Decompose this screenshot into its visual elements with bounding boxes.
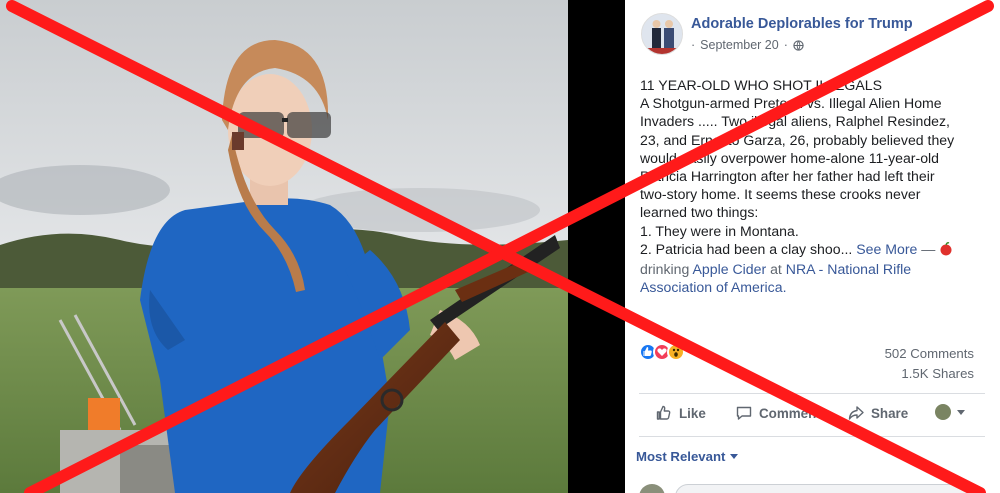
share-button[interactable]: Share — [847, 404, 908, 422]
activity-line: drinking Apple Cider at NRA - National R… — [640, 260, 985, 278]
truncated-text: 2. Patricia had been a clay shoo... — [640, 240, 853, 257]
comment-composer — [639, 484, 985, 493]
location-link[interactable]: NRA - National Rifle — [786, 261, 911, 277]
meta-separator: · — [691, 38, 696, 52]
post-date[interactable]: September 20 — [700, 38, 779, 52]
post-line: 1. They were in Montana. — [640, 222, 799, 239]
react-as-selector[interactable] — [935, 404, 965, 420]
page-avatar[interactable] — [641, 13, 683, 55]
comments-sort-dropdown[interactable]: Most Relevant — [636, 449, 739, 464]
post-meta: · September 20 · — [691, 38, 804, 52]
post-text: 11 YEAR-OLD WHO SHOT ILLEGALS A Shotgun-… — [640, 76, 985, 296]
comment-button[interactable]: Comment — [735, 404, 821, 422]
post-line: 11 YEAR-OLD WHO SHOT ILLEGALS — [640, 77, 883, 93]
like-button[interactable]: Like — [655, 404, 706, 422]
speech-bubble-icon — [735, 404, 753, 422]
like-label: Like — [679, 405, 706, 421]
comment-label: Comment — [759, 405, 821, 421]
post-line: learned two things: — [640, 204, 759, 221]
apple-icon — [939, 241, 953, 260]
thumbs-up-icon — [655, 404, 673, 422]
dash: — — [921, 240, 936, 257]
share-label: Share — [871, 405, 909, 421]
at-word: at — [770, 261, 782, 278]
reactions-summary[interactable] — [639, 341, 685, 363]
globe-icon — [793, 39, 804, 51]
wow-reaction-icon — [667, 343, 685, 361]
post-panel: Adorable Deplorables for Trump · Septemb… — [625, 0, 1000, 493]
page-name-link[interactable]: Adorable Deplorables for Trump — [691, 16, 913, 32]
divider — [639, 436, 985, 437]
post-line: A Shotgun-armed Preteen vs. Illegal Alie… — [640, 95, 942, 112]
sort-label: Most Relevant — [636, 449, 726, 464]
meta-separator-2: · — [783, 38, 788, 52]
post-line-last: 2. Patricia had been a clay shoo... See … — [640, 240, 985, 260]
chevron-down-icon — [730, 454, 739, 459]
post-photo[interactable] — [0, 0, 568, 493]
post-line: would easily overpower home-alone 11-yea… — [640, 149, 939, 166]
activity-line-2: Association of America. — [640, 278, 985, 296]
see-more-link[interactable]: See More — [856, 241, 917, 257]
divider — [639, 393, 985, 394]
location-link-cont[interactable]: Association of America. — [640, 279, 786, 295]
post-line: 23, and Ernesto Garza, 26, probably beli… — [640, 131, 955, 148]
post-header: Adorable Deplorables for Trump · Septemb… — [641, 12, 991, 56]
post-line: Invaders ..... Two illegal aliens, Ralph… — [640, 113, 950, 130]
activity-verb: drinking — [640, 261, 690, 278]
user-avatar — [639, 484, 665, 493]
comment-input[interactable] — [675, 484, 975, 493]
chevron-down-icon — [957, 409, 965, 415]
post-actions: Like Comment Share — [639, 400, 985, 432]
avatar-image — [642, 14, 682, 54]
post-line: two-story home. It seems these crooks ne… — [640, 186, 921, 203]
activity-object-link[interactable]: Apple Cider — [693, 261, 767, 277]
shares-count-link[interactable]: 1.5K Shares — [901, 366, 974, 381]
comments-count-link[interactable]: 502 Comments — [885, 346, 974, 361]
photo-letterbox — [568, 0, 625, 493]
photo-image — [0, 0, 568, 493]
share-arrow-icon — [847, 404, 865, 422]
post-line: Patricia Harrington after her father had… — [640, 168, 935, 185]
profile-thumb-icon — [935, 404, 951, 420]
